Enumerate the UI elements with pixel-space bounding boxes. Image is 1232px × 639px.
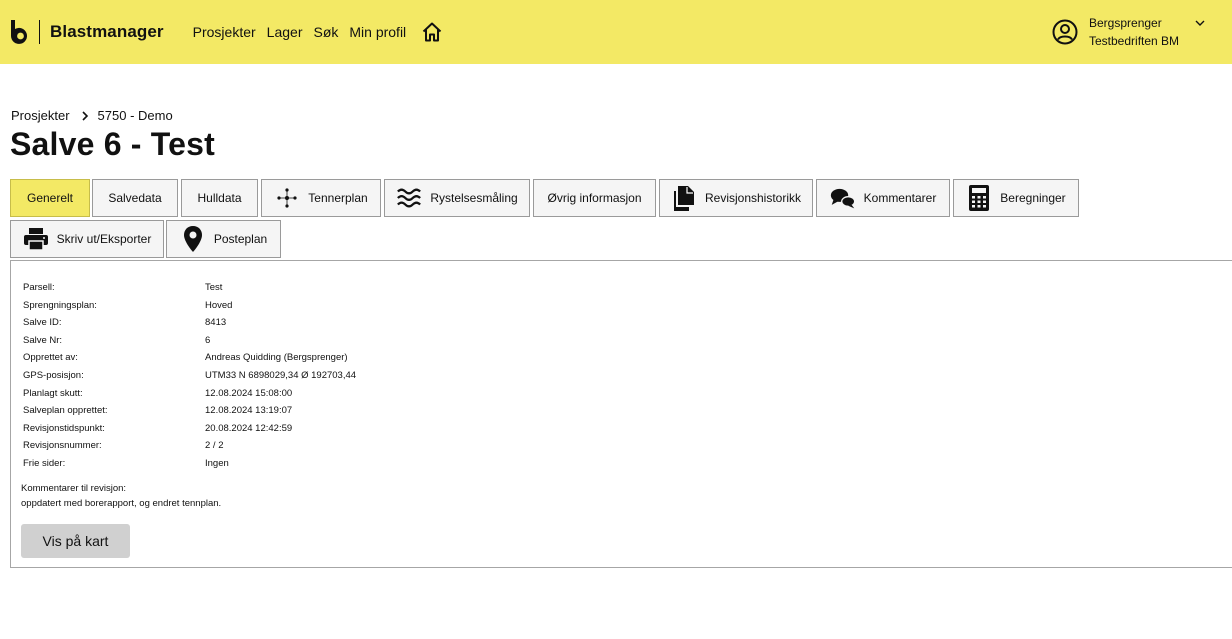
info-value: 8413 xyxy=(205,317,227,329)
info-row-salve-nr: Salve Nr: 6 xyxy=(23,332,356,350)
tab-label: Salvedata xyxy=(108,191,162,205)
info-row-frie-sider: Frie sider: Ingen xyxy=(23,455,356,473)
network-nodes-icon xyxy=(274,185,300,211)
show-on-map-button[interactable]: Vis på kart xyxy=(21,524,130,558)
info-label: Revisjonstidspunkt: xyxy=(23,422,105,434)
copy-documents-icon xyxy=(671,185,697,211)
info-row-salve-id: Salve ID: 8413 xyxy=(23,314,356,332)
home-icon[interactable] xyxy=(420,20,444,44)
revision-comment-label: Kommentarer til revisjon: xyxy=(21,483,127,494)
info-label: Opprettet av: xyxy=(23,352,78,364)
tab-label: Posteplan xyxy=(213,232,268,246)
revision-comment: Kommentarer til revisjon: oppdatert med … xyxy=(21,481,221,511)
tab-posteplan[interactable]: Posteplan xyxy=(166,220,281,258)
tab-hulldata[interactable]: Hulldata xyxy=(181,179,258,217)
info-value: Test xyxy=(205,282,223,293)
info-row-planlagt-skutt: Planlagt skutt: 12.08.2024 15:08:00 xyxy=(23,385,356,403)
tab-label: Generelt xyxy=(26,191,74,205)
info-value: Andreas Quidding (Bergsprenger) xyxy=(205,352,348,364)
tab-beregninger[interactable]: Beregninger xyxy=(953,179,1079,217)
vibration-waves-icon xyxy=(396,185,422,211)
info-label: Salve Nr: xyxy=(23,334,63,346)
user-menu[interactable]: Bergsprenger Testbedriften BM xyxy=(1052,14,1205,50)
main-nav: Prosjekter Lager Søk Min profil xyxy=(193,20,445,44)
breadcrumb-project[interactable]: 5750 - Demo xyxy=(98,108,173,123)
brand-name[interactable]: Blastmanager xyxy=(50,22,164,42)
general-info-panel: Parsell: Test Sprengningsplan: Hoved Sal… xyxy=(10,260,1232,568)
info-list: Parsell: Test Sprengningsplan: Hoved Sal… xyxy=(23,279,356,473)
info-value: 6 xyxy=(205,334,211,346)
nav-sok[interactable]: Søk xyxy=(313,24,338,40)
info-label: Planlagt skutt: xyxy=(23,387,83,399)
tab-kommentarer[interactable]: Kommentarer xyxy=(816,179,950,217)
info-label: Parsell: xyxy=(23,282,55,293)
tab-ovrig-informasjon[interactable]: Øvrig informasjon xyxy=(533,179,656,217)
info-row-revisjonsnummer: Revisjonsnummer: 2 / 2 xyxy=(23,437,356,455)
user-role: Bergsprenger xyxy=(1089,16,1162,30)
tab-salvedata[interactable]: Salvedata xyxy=(92,179,178,217)
tab-rystelsesmaling[interactable]: Rystelsesmåling xyxy=(384,179,530,217)
tab-generelt[interactable]: Generelt xyxy=(10,179,90,217)
revision-comment-text: oppdatert med borerapport, og endret ten… xyxy=(21,498,222,509)
info-label: Salve ID: xyxy=(23,317,62,329)
nav-prosjekter[interactable]: Prosjekter xyxy=(193,24,256,40)
tab-label: Øvrig informasjon xyxy=(547,191,642,205)
info-value: Hoved xyxy=(205,299,233,311)
tab-revisjonshistorikk[interactable]: Revisjonshistorikk xyxy=(659,179,813,217)
chevron-right-icon xyxy=(81,110,88,121)
map-pin-icon xyxy=(180,226,206,252)
info-row-gps-posisjon: GPS-posisjon: UTM33 N 6898029,34 Ø 19270… xyxy=(23,367,356,385)
brand-divider xyxy=(39,20,40,44)
info-value: 2 / 2 xyxy=(205,440,224,452)
info-value: UTM33 N 6898029,34 Ø 192703,44 xyxy=(205,369,357,381)
tab-label: Rystelsesmåling xyxy=(430,191,518,205)
info-row-sprengningsplan: Sprengningsplan: Hoved xyxy=(23,297,356,315)
breadcrumb: Prosjekter 5750 - Demo xyxy=(11,108,173,123)
blastmanager-logo-icon xyxy=(11,20,27,44)
info-value: 12.08.2024 13:19:07 xyxy=(205,405,293,417)
info-label: Frie sider: xyxy=(23,457,66,469)
page-title: Salve 6 - Test xyxy=(10,126,215,162)
tab-label: Skriv ut/Eksporter xyxy=(56,232,152,246)
tab-label: Tennerplan xyxy=(308,191,368,205)
comments-icon xyxy=(830,185,856,211)
info-value: 12.08.2024 15:08:00 xyxy=(205,387,293,399)
info-row-salveplan-opprettet: Salveplan opprettet: 12.08.2024 13:19:07 xyxy=(23,402,356,420)
info-label: Revisjonsnummer: xyxy=(23,440,102,452)
nav-lager[interactable]: Lager xyxy=(267,24,303,40)
nav-min-profil[interactable]: Min profil xyxy=(349,24,406,40)
info-row-opprettet-av: Opprettet av: Andreas Quidding (Bergspre… xyxy=(23,349,356,367)
tab-label: Revisjonshistorikk xyxy=(704,191,802,205)
info-value: 20.08.2024 12:42:59 xyxy=(205,422,293,434)
user-info: Bergsprenger Testbedriften BM xyxy=(1089,14,1179,50)
tab-tennerplan[interactable]: Tennerplan xyxy=(261,179,381,217)
tab-label: Beregninger xyxy=(1000,191,1066,205)
info-row-parsell: Parsell: Test xyxy=(23,279,356,297)
user-company: Testbedriften BM xyxy=(1089,34,1180,48)
printer-icon xyxy=(23,226,49,252)
tab-label: Kommentarer xyxy=(863,191,937,205)
info-label: GPS-posisjon: xyxy=(23,369,84,381)
brand[interactable]: Blastmanager xyxy=(9,19,164,45)
chevron-down-icon[interactable] xyxy=(1194,18,1206,28)
user-avatar-icon xyxy=(1052,19,1078,45)
info-label: Salveplan opprettet: xyxy=(23,405,108,417)
tab-label: Hulldata xyxy=(197,191,242,205)
calculator-icon xyxy=(966,185,992,211)
breadcrumb-prosjekter[interactable]: Prosjekter xyxy=(11,108,70,123)
tab-skriv-ut-eksporter[interactable]: Skriv ut/Eksporter xyxy=(10,220,164,258)
top-navigation-bar: Blastmanager Prosjekter Lager Søk Min pr… xyxy=(0,0,1232,64)
info-row-revisjonstidspunkt: Revisjonstidspunkt: 20.08.2024 12:42:59 xyxy=(23,420,356,438)
info-label: Sprengningsplan: xyxy=(23,299,97,311)
info-value: Ingen xyxy=(205,457,229,469)
